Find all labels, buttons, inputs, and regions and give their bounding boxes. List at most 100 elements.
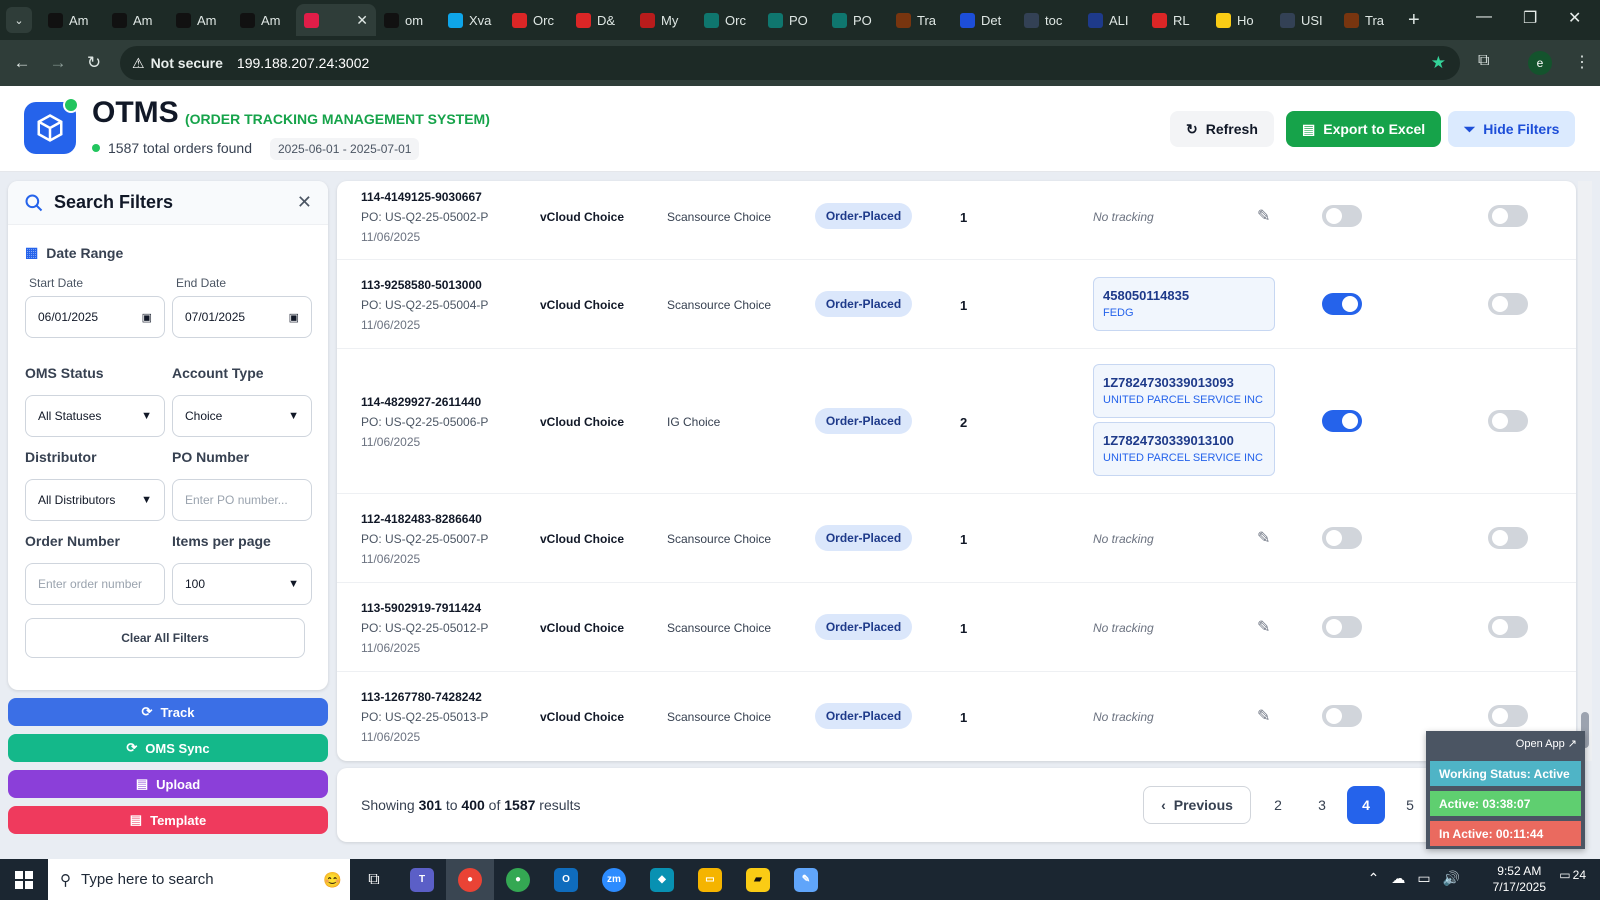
close-filters-icon[interactable]: ✕ (297, 192, 312, 213)
new-tab-plus-icon[interactable]: + (1408, 9, 1420, 32)
tracking-toggle[interactable] (1322, 705, 1362, 727)
window-close-icon[interactable]: ✕ (1568, 8, 1581, 28)
po-number-input[interactable]: Enter PO number... (172, 479, 312, 521)
notepad-icon[interactable]: ✎ (782, 859, 830, 900)
teams-icon[interactable]: T (398, 859, 446, 900)
upload-button[interactable]: ▤ Upload (8, 770, 328, 798)
oms-toggle[interactable] (1488, 705, 1528, 727)
start-date-input[interactable]: 06/01/2025 ▣ (25, 296, 165, 338)
browser-tab[interactable]: Am (40, 4, 104, 36)
edit-pencil-icon[interactable]: ✎ (1257, 528, 1270, 548)
distributor: IG Choice (667, 415, 721, 429)
browser-tab[interactable]: Orc (504, 4, 568, 36)
edit-pencil-icon[interactable]: ✎ (1257, 206, 1270, 226)
oms-toggle[interactable] (1488, 410, 1528, 432)
browser-tab[interactable]: USI (1272, 4, 1336, 36)
back-arrow-icon[interactable]: ← (4, 53, 40, 73)
browser-tab[interactable]: Xva (440, 4, 504, 36)
end-date-input[interactable]: 07/01/2025 ▣ (172, 296, 312, 338)
notifications-icon[interactable]: ▭ 24 (1559, 868, 1586, 882)
page-scrollbar[interactable] (1578, 181, 1592, 761)
chrome-profile-icon[interactable]: ● (494, 859, 542, 900)
browser-tab[interactable]: Det (952, 4, 1016, 36)
browser-tab[interactable]: Tra (888, 4, 952, 36)
tracking-toggle[interactable] (1322, 205, 1362, 227)
browser-tab[interactable]: PO (760, 4, 824, 36)
oms-toggle[interactable] (1488, 527, 1528, 549)
url-omnibox[interactable]: ⚠ Not secure 199.188.207.24:3002 ★ (120, 46, 1460, 80)
order-date: 11/06/2025 (361, 641, 421, 655)
open-app-link[interactable]: Open App ↗ (1516, 737, 1577, 750)
previous-page-button[interactable]: ‹ Previous (1143, 786, 1251, 824)
page-button-4-current[interactable]: 4 (1347, 786, 1385, 824)
oms-toggle[interactable] (1488, 293, 1528, 315)
taskbar-search-box[interactable]: ⚲ Type here to search 😊 (48, 859, 350, 900)
reload-icon[interactable]: ↻ (76, 53, 112, 73)
order-number-input[interactable]: Enter order number (25, 563, 165, 605)
tab-search-chevron-icon[interactable]: ⌄ (6, 7, 32, 33)
browser-tab[interactable]: Tra (1336, 4, 1400, 36)
oms-sync-button[interactable]: ⟳ OMS Sync (8, 734, 328, 762)
sticky-notes-icon[interactable]: ▰ (734, 859, 782, 900)
export-excel-button[interactable]: ▤ Export to Excel (1286, 111, 1442, 147)
edit-pencil-icon[interactable]: ✎ (1257, 617, 1270, 637)
account-type-select[interactable]: Choice ▼ (172, 395, 312, 437)
clear-all-filters-button[interactable]: Clear All Filters (25, 618, 305, 658)
tracking-toggle[interactable] (1322, 616, 1362, 638)
browser-tab[interactable]: Am (232, 4, 296, 36)
page-button-5[interactable]: 5 (1391, 786, 1429, 824)
outlook-icon[interactable]: O (542, 859, 590, 900)
browser-tab[interactable]: PO (824, 4, 888, 36)
onedrive-cloud-icon[interactable]: ☁ (1391, 870, 1405, 887)
tracking-toggle[interactable] (1322, 527, 1362, 549)
browser-tab[interactable]: toc (1016, 4, 1080, 36)
bookmark-star-icon[interactable]: ★ (1431, 53, 1446, 73)
tracking-toggle[interactable] (1322, 293, 1362, 315)
tracking-card[interactable]: 458050114835 FEDG (1093, 277, 1275, 331)
browser-menu-icon[interactable]: ⋮ (1574, 52, 1590, 72)
task-view-icon[interactable]: ⧉ (350, 859, 398, 900)
browser-tab[interactable]: Am (104, 4, 168, 36)
browser-tab[interactable]: D& (568, 4, 632, 36)
refresh-button[interactable]: ↻ Refresh (1170, 111, 1274, 147)
profile-avatar[interactable]: e (1528, 51, 1552, 75)
chevron-up-icon[interactable]: ⌃ (1368, 870, 1380, 887)
windows-start-icon[interactable] (0, 870, 48, 889)
browser-tab[interactable]: Orc (696, 4, 760, 36)
track-button[interactable]: ⟳ Track (8, 698, 328, 726)
browser-tab[interactable]: om (376, 4, 440, 36)
file-explorer-icon[interactable]: ▭ (686, 859, 734, 900)
hide-filters-button[interactable]: ⏷ Hide Filters (1448, 111, 1576, 147)
browser-tab[interactable]: ALI (1080, 4, 1144, 36)
distributor-select[interactable]: All Distributors ▼ (25, 479, 165, 521)
oms-status-select[interactable]: All Statuses ▼ (25, 395, 165, 437)
calendar-picker-icon[interactable]: ▣ (142, 311, 152, 324)
browser-tab[interactable]: My (632, 4, 696, 36)
edit-pencil-icon[interactable]: ✎ (1257, 706, 1270, 726)
browser-tab[interactable]: RL (1144, 4, 1208, 36)
volume-icon[interactable]: 🔊 (1443, 870, 1460, 887)
tracking-card[interactable]: 1Z7824730339013093 UNITED PARCEL SERVICE… (1093, 364, 1275, 418)
forward-arrow-icon[interactable]: → (40, 53, 76, 73)
tracking-card[interactable]: 1Z7824730339013100 UNITED PARCEL SERVICE… (1093, 422, 1275, 476)
close-tab-icon[interactable]: ✕ (356, 12, 368, 29)
app-diamond-icon[interactable]: ◆ (638, 859, 686, 900)
tracking-toggle[interactable] (1322, 410, 1362, 432)
browser-tab[interactable]: Am (168, 4, 232, 36)
network-icon[interactable]: ▭ (1417, 870, 1430, 887)
page-button-3[interactable]: 3 (1303, 786, 1341, 824)
browser-tab[interactable]: ✕ (296, 4, 376, 36)
items-per-page-select[interactable]: 100 ▼ (172, 563, 312, 605)
calendar-picker-icon[interactable]: ▣ (289, 311, 299, 324)
zoom-icon[interactable]: zm (590, 859, 638, 900)
chrome-icon[interactable]: ● (446, 859, 494, 900)
browser-tab[interactable]: Ho (1208, 4, 1272, 36)
template-button[interactable]: ▤ Template (8, 806, 328, 834)
oms-toggle[interactable] (1488, 616, 1528, 638)
oms-toggle[interactable] (1488, 205, 1528, 227)
extensions-puzzle-icon[interactable]: ⧉ (1478, 52, 1489, 70)
taskbar-clock[interactable]: 9:52 AM 7/17/2025 (1493, 863, 1546, 895)
minimize-icon[interactable]: — (1476, 8, 1492, 26)
page-button-2[interactable]: 2 (1259, 786, 1297, 824)
maximize-icon[interactable]: ❐ (1523, 8, 1537, 28)
